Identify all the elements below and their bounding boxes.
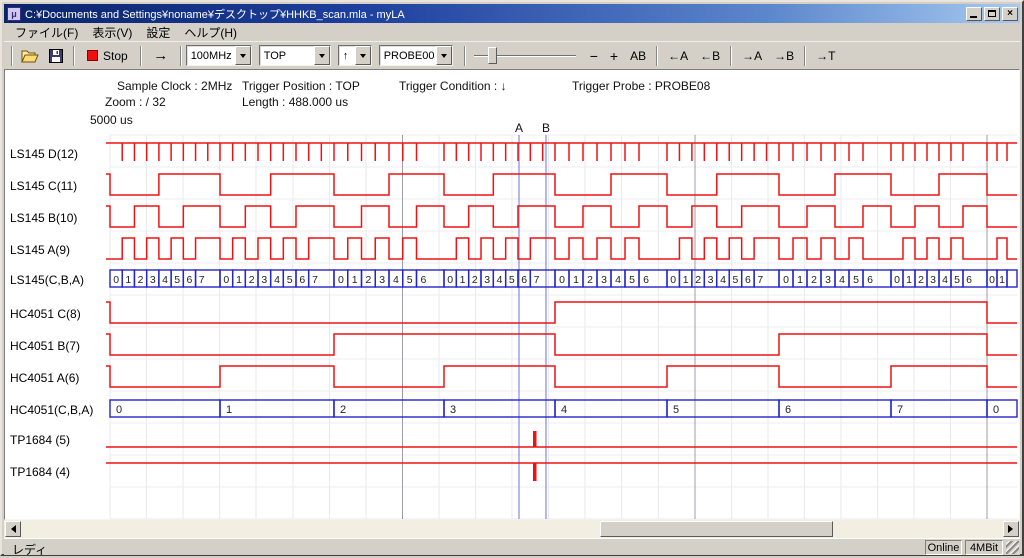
trigger-position-value: TOP: [260, 46, 314, 65]
goto-b-right-button[interactable]: →B: [768, 47, 800, 65]
goto-a-right-button[interactable]: →A: [736, 47, 768, 65]
save-file-button[interactable]: [43, 45, 69, 67]
run-button[interactable]: →: [146, 45, 176, 67]
online-status-badge: Online: [925, 540, 962, 555]
toolbar-separator: [73, 46, 75, 66]
scrollbar-thumb[interactable]: [600, 521, 833, 537]
goto-a-left-button[interactable]: ←A: [662, 47, 694, 65]
sample-clock-combo[interactable]: 100MHz: [186, 45, 252, 66]
scroll-left-button[interactable]: [5, 521, 21, 537]
status-ready-text: レディ: [12, 541, 47, 558]
close-button[interactable]: ×: [1002, 7, 1018, 21]
minimize-button[interactable]: [966, 7, 982, 21]
app-window: { "window": { "title": "C:¥Documents and…: [0, 0, 1024, 556]
toolbar-separator: [140, 46, 142, 66]
memory-status-badge: 4MBit: [965, 540, 1003, 555]
ab-button[interactable]: AB: [624, 47, 652, 65]
menu-settings[interactable]: 設定: [139, 23, 177, 42]
trigger-position-combo[interactable]: TOP: [259, 45, 331, 66]
menu-help[interactable]: ヘルプ(H): [177, 23, 244, 42]
goto-trigger-button[interactable]: →T: [810, 47, 841, 65]
chevron-down-icon[interactable]: [436, 46, 452, 65]
arrow-right-icon: [1008, 525, 1017, 533]
trigger-probe-value: PROBE00: [380, 46, 436, 65]
toolbar-separator: [730, 46, 732, 66]
app-icon: μ: [7, 7, 21, 21]
zoom-slider-handle[interactable]: [488, 47, 497, 64]
chevron-down-icon[interactable]: [235, 46, 251, 65]
trigger-probe-combo[interactable]: PROBE00: [379, 45, 453, 66]
zoom-in-button[interactable]: +: [604, 46, 624, 66]
chevron-down-icon[interactable]: [314, 46, 330, 65]
maximize-button[interactable]: [984, 7, 1000, 21]
menu-file[interactable]: ファイル(F): [8, 23, 85, 42]
scroll-right-button[interactable]: [1003, 521, 1019, 537]
floppy-disk-icon: [49, 49, 63, 63]
stop-button[interactable]: Stop: [79, 45, 136, 67]
window-title: C:¥Documents and Settings¥noname¥デスクトップ¥…: [25, 6, 964, 22]
zoom-slider[interactable]: [474, 46, 576, 66]
horizontal-scrollbar[interactable]: [4, 520, 1020, 538]
chevron-down-icon[interactable]: [355, 46, 371, 65]
menu-view[interactable]: 表示(V): [85, 23, 139, 42]
trigger-edge-value: ↑: [339, 46, 355, 65]
toolbar-separator: [464, 46, 466, 66]
sample-clock-value: 100MHz: [187, 46, 235, 65]
trigger-edge-combo[interactable]: ↑: [338, 45, 372, 66]
toolbar-separator: [11, 46, 13, 66]
toolbar-separator: [804, 46, 806, 66]
maximize-icon: [988, 10, 996, 17]
goto-b-left-button[interactable]: ←B: [694, 47, 726, 65]
minimize-icon: [970, 16, 977, 18]
toolbar-separator: [656, 46, 658, 66]
status-bar: レディ Online 4MBit: [4, 538, 1020, 555]
waveform-panel[interactable]: [4, 69, 1020, 520]
menu-bar: ファイル(F) 表示(V) 設定 ヘルプ(H): [4, 23, 1020, 41]
toolbar: Stop → 100MHz TOP ↑ PROBE00 − + AB ←A ←B…: [4, 41, 1020, 69]
arrow-left-icon: [7, 525, 16, 533]
open-file-button[interactable]: [17, 45, 43, 67]
stop-label: Stop: [103, 49, 128, 63]
title-bar[interactable]: μ C:¥Documents and Settings¥noname¥デスクトッ…: [4, 4, 1020, 23]
resize-grip[interactable]: [1006, 541, 1019, 554]
stop-icon: [87, 50, 98, 61]
zoom-out-button[interactable]: −: [584, 46, 604, 66]
toolbar-separator: [180, 46, 182, 66]
open-folder-icon: [21, 49, 39, 63]
